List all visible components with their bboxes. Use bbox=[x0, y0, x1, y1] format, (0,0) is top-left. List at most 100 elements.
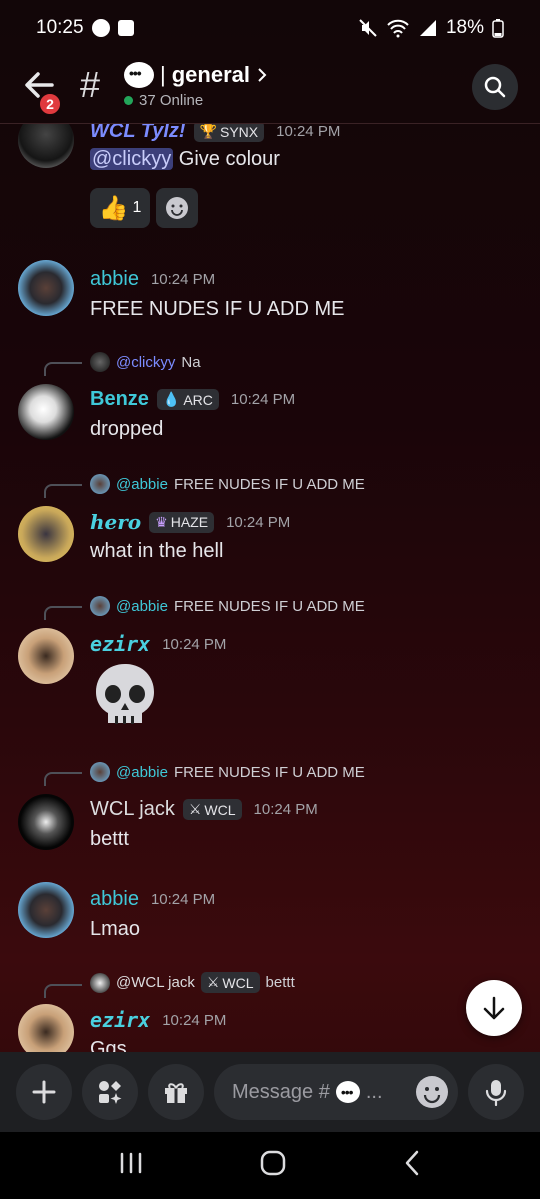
clan-tag: ⚔ WCL bbox=[182, 799, 242, 820]
apps-button[interactable] bbox=[82, 1064, 138, 1120]
gift-button[interactable] bbox=[148, 1064, 204, 1120]
reply-text: FREE NUDES IF U ADD ME bbox=[173, 475, 365, 493]
chat-bubble-icon bbox=[335, 1081, 360, 1103]
reaction-bar: 👍 1 bbox=[90, 188, 198, 228]
clan-tag: ♛ HAZE bbox=[149, 511, 215, 533]
channel-header: 2 # | general 37 Online bbox=[0, 56, 540, 124]
reply-text: bettt bbox=[265, 974, 295, 991]
message-body: Give colour bbox=[173, 148, 280, 170]
voice-message-button[interactable] bbox=[468, 1064, 524, 1120]
tag-label: SYNX bbox=[219, 124, 259, 140]
online-count: 37 Online bbox=[124, 92, 203, 109]
reply-preview[interactable]: @clickyy Na bbox=[90, 352, 201, 372]
avatar[interactable] bbox=[18, 628, 74, 684]
avatar[interactable] bbox=[18, 794, 74, 850]
chat-bubble-icon bbox=[124, 62, 154, 88]
reply-text: FREE NUDES IF U ADD ME bbox=[173, 597, 365, 615]
status-time: 10:25 bbox=[36, 17, 84, 38]
message-composer: Message # ... bbox=[0, 1052, 540, 1132]
timestamp: 10:24 PM bbox=[162, 1011, 227, 1029]
microphone-icon bbox=[485, 1080, 507, 1106]
plus-icon bbox=[32, 1080, 56, 1104]
author-name[interactable]: ezirx bbox=[90, 1008, 150, 1032]
add-reaction-button[interactable] bbox=[156, 188, 198, 228]
back-nav-button[interactable] bbox=[402, 1149, 422, 1182]
reply-author: @abbie bbox=[116, 763, 168, 781]
author-name[interactable]: WCL Tylz! bbox=[90, 124, 186, 143]
attach-button[interactable] bbox=[16, 1064, 72, 1120]
timestamp: 10:24 PM bbox=[253, 801, 318, 818]
search-icon bbox=[484, 76, 506, 98]
author-name[interactable]: abbie bbox=[90, 888, 139, 911]
message-placeholder: Message # bbox=[232, 1080, 330, 1103]
thumbs-up-icon: 👍 bbox=[98, 194, 129, 222]
avatar[interactable] bbox=[18, 124, 74, 168]
jump-to-bottom-button[interactable] bbox=[466, 980, 522, 1036]
reply-avatar bbox=[90, 972, 110, 993]
ellipsis: ... bbox=[365, 1080, 383, 1103]
thumbs-up-reaction[interactable]: 👍 1 bbox=[90, 188, 150, 228]
reply-connector bbox=[44, 606, 82, 620]
avatar[interactable] bbox=[18, 260, 74, 316]
author-name[interactable]: hero bbox=[90, 510, 141, 534]
sword-icon: ⚔ bbox=[206, 974, 220, 990]
reply-author: @WCL jack bbox=[116, 974, 195, 991]
user-mention[interactable]: @clickyy bbox=[90, 148, 174, 170]
clan-tag: 🏆 SYNX bbox=[193, 124, 265, 142]
emoji-picker-button[interactable] bbox=[416, 1076, 448, 1108]
reply-connector bbox=[44, 772, 82, 786]
reply-text: FREE NUDES IF U ADD ME bbox=[173, 763, 365, 781]
reply-preview[interactable]: @abbie FREE NUDES IF U ADD ME bbox=[90, 762, 365, 782]
tag-label: WCL bbox=[204, 801, 236, 818]
message-text: @clickyy Give colour bbox=[90, 148, 280, 171]
author-name[interactable]: Benze bbox=[90, 388, 149, 411]
recent-apps-button[interactable] bbox=[118, 1151, 144, 1180]
timestamp: 10:24 PM bbox=[276, 124, 341, 140]
avatar[interactable] bbox=[18, 1004, 74, 1052]
battery-percent: 18% bbox=[445, 17, 484, 38]
sword-icon: ⚔ bbox=[188, 801, 202, 817]
avatar[interactable] bbox=[18, 882, 74, 938]
timestamp: 10:24 PM bbox=[150, 271, 216, 288]
reply-author: @abbie bbox=[116, 597, 168, 615]
avatar[interactable] bbox=[18, 384, 74, 440]
reply-preview[interactable]: @abbie FREE NUDES IF U ADD ME bbox=[90, 474, 365, 494]
arrow-down-icon bbox=[483, 996, 505, 1020]
reply-preview[interactable]: @abbie FREE NUDES IF U ADD ME bbox=[90, 596, 365, 616]
reply-connector bbox=[44, 984, 82, 998]
tag-label: HAZE bbox=[170, 514, 209, 530]
message-text: Ggs bbox=[90, 1038, 127, 1052]
reply-tag: ⚔ WCL bbox=[200, 972, 260, 993]
message-input[interactable]: Message # ... bbox=[214, 1064, 458, 1120]
message-list[interactable]: WCL Tylz! 🏆 SYNX 10:24 PM @clickyy Give c… bbox=[0, 124, 540, 1052]
skull-emoji bbox=[90, 660, 160, 735]
timestamp: 10:24 PM bbox=[226, 513, 291, 531]
reply-author: @clickyy bbox=[116, 353, 176, 371]
avatar[interactable] bbox=[18, 506, 74, 562]
clan-tag: 💧 ARC bbox=[156, 389, 219, 410]
author-name[interactable]: WCL jack bbox=[90, 798, 175, 821]
reply-preview[interactable]: @WCL jack ⚔ WCL bettt bbox=[90, 972, 295, 993]
reply-connector bbox=[44, 484, 82, 498]
drop-icon: 💧 bbox=[162, 391, 181, 407]
author-name[interactable]: abbie bbox=[90, 268, 139, 291]
message-text: what in the hell bbox=[90, 540, 224, 562]
message-text: bettt bbox=[90, 828, 129, 850]
message-text: Lmao bbox=[90, 918, 141, 940]
hash-icon: # bbox=[80, 64, 101, 105]
reaction-count: 1 bbox=[132, 199, 142, 216]
author-name[interactable]: ezirx bbox=[90, 632, 150, 656]
search-button[interactable] bbox=[472, 64, 518, 110]
channel-title[interactable]: | general bbox=[124, 62, 268, 88]
home-button[interactable] bbox=[259, 1149, 287, 1182]
reply-avatar bbox=[90, 596, 110, 616]
skull-icon bbox=[96, 664, 154, 724]
channel-name: general bbox=[171, 62, 250, 87]
message-text: dropped bbox=[90, 418, 164, 440]
online-dot-icon bbox=[124, 96, 133, 105]
tag-label: WCL bbox=[222, 974, 254, 991]
wifi-icon bbox=[387, 19, 409, 38]
reply-connector bbox=[44, 362, 82, 376]
timestamp: 10:24 PM bbox=[150, 891, 216, 908]
emoji-smile-icon bbox=[166, 197, 188, 219]
